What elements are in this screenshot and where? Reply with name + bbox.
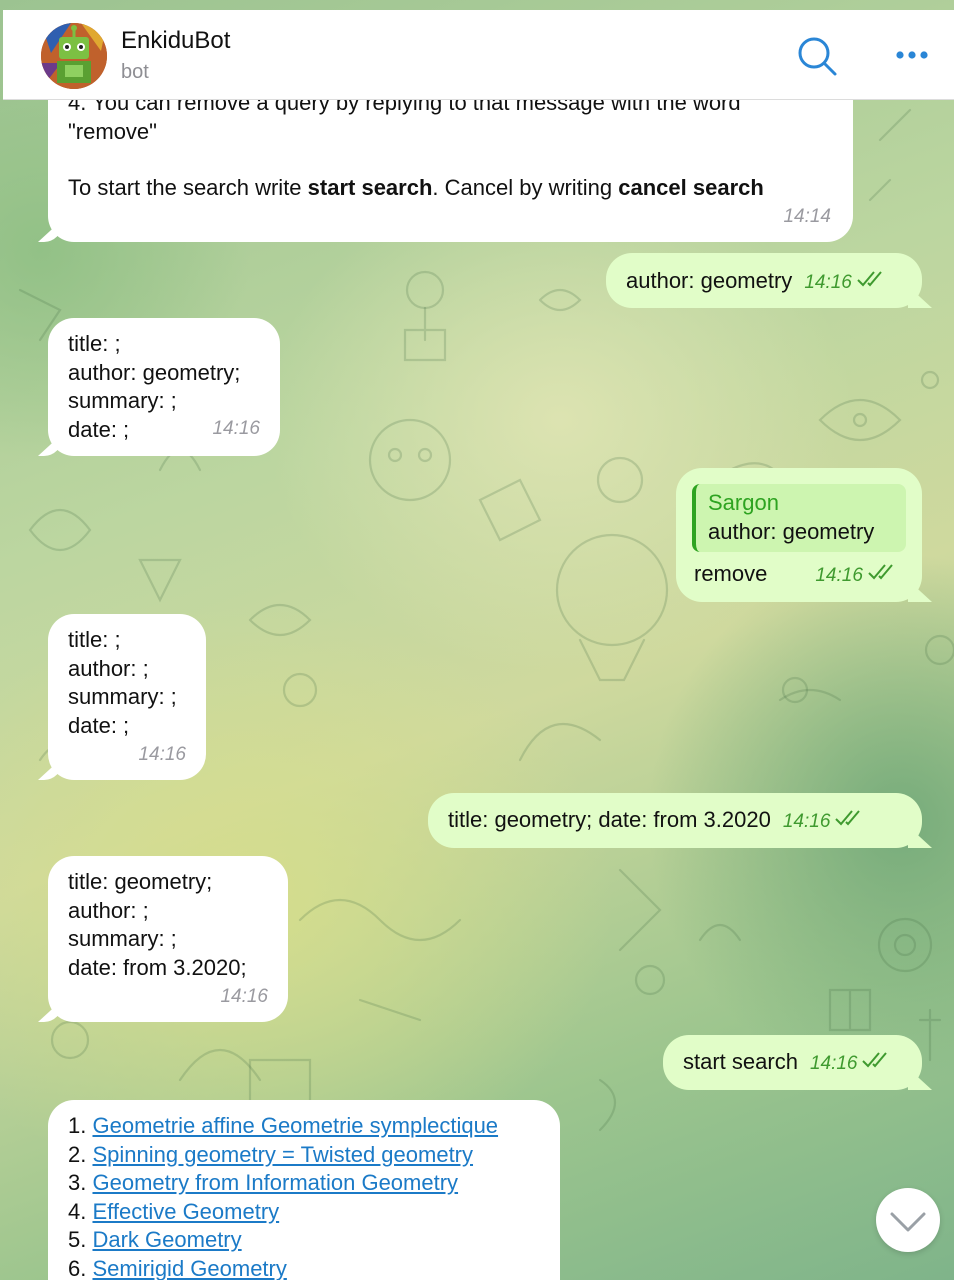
message-row: title: geometry; date: from 3.2020 14:16 bbox=[448, 806, 902, 837]
result-item: 4. Effective Geometry bbox=[68, 1198, 540, 1227]
search-button[interactable] bbox=[793, 32, 843, 82]
search-icon bbox=[798, 37, 837, 76]
result-item: 2. Spinning geometry = Twisted geometry bbox=[68, 1141, 540, 1170]
message-line: title: geometry; bbox=[68, 869, 213, 894]
result-item: 1. Geometrie affine Geometrie symplectiq… bbox=[68, 1112, 540, 1141]
double-check-icon bbox=[835, 810, 861, 826]
result-number: 2. bbox=[68, 1141, 87, 1167]
bot-avatar[interactable] bbox=[41, 23, 107, 89]
more-button[interactable] bbox=[887, 32, 937, 82]
command-start-search: start search bbox=[307, 175, 433, 201]
message-text: title: geometry; date: from 3.2020 bbox=[448, 807, 771, 832]
message-text: author: geometry bbox=[626, 268, 793, 293]
command-cancel-search: cancel search bbox=[618, 175, 764, 201]
message-time: 14:16 bbox=[220, 986, 268, 1008]
message-line: summary: ; bbox=[68, 926, 177, 952]
bot-name[interactable]: EnkiduBot bbox=[121, 27, 230, 55]
result-item: 3. Geometry from Information Geometry bbox=[68, 1169, 540, 1198]
message-text: remove bbox=[694, 561, 768, 587]
result-number: 6. bbox=[68, 1255, 87, 1280]
bot-status: bot bbox=[121, 61, 149, 83]
message-line: author: ; bbox=[68, 655, 149, 681]
result-link[interactable]: Geometry from Information Geometry bbox=[92, 1170, 458, 1195]
message-row: remove 14:16 bbox=[692, 560, 906, 591]
result-number: 3. bbox=[68, 1170, 87, 1196]
message-line: summary: ; bbox=[68, 684, 177, 710]
reply-author: Sargon bbox=[708, 490, 779, 515]
result-link[interactable]: Dark Geometry bbox=[92, 1227, 241, 1252]
double-check-icon bbox=[868, 564, 893, 580]
message-time: 14:14 bbox=[783, 206, 831, 228]
instruction-text: . Cancel by writing bbox=[432, 175, 619, 201]
result-item: 5. Dark Geometry bbox=[68, 1226, 540, 1255]
message-line: date: ; bbox=[68, 712, 130, 738]
message-line: summary: ; bbox=[68, 388, 177, 414]
message-line: title: ; bbox=[68, 331, 121, 356]
chevron-down-icon bbox=[890, 1212, 926, 1232]
double-check-icon bbox=[862, 1052, 888, 1068]
reply-quote[interactable]: Sargon author: geometry bbox=[692, 484, 906, 553]
message-row: start search 14:16 bbox=[683, 1048, 902, 1079]
result-link[interactable]: Semirigid Geometry bbox=[92, 1256, 286, 1280]
message-line: date: from 3.2020; bbox=[68, 954, 247, 980]
message-outgoing[interactable]: title: geometry; date: from 3.2020 14:16 bbox=[428, 793, 922, 848]
message-outgoing[interactable]: author: geometry 14:16 bbox=[606, 253, 922, 308]
robot-avatar-icon bbox=[41, 23, 107, 89]
result-link[interactable]: Geometrie affine Geometrie symplectique bbox=[92, 1113, 498, 1138]
double-check-icon bbox=[857, 271, 882, 287]
message-outgoing[interactable]: start search 14:16 bbox=[663, 1035, 922, 1090]
message-incoming[interactable]: title: geometry; author: ; summary: ; da… bbox=[48, 856, 288, 1022]
message-line: title: ; bbox=[68, 627, 121, 652]
result-number: 5. bbox=[68, 1227, 87, 1253]
message-row: author: geometry 14:16 bbox=[626, 267, 902, 298]
instruction-text: To start the search write bbox=[68, 175, 308, 201]
search-results-message[interactable]: 1. Geometrie affine Geometrie symplectiq… bbox=[48, 1100, 560, 1280]
message-incoming[interactable]: title: ; author: geometry; summary: ; da… bbox=[48, 318, 280, 456]
message-time: 14:16 bbox=[212, 418, 260, 440]
chat-header: EnkiduBot bot bbox=[3, 10, 954, 100]
message-time: 14:16 bbox=[782, 811, 831, 832]
result-item: 6. Semirigid Geometry bbox=[68, 1255, 540, 1280]
reply-text: author: geometry bbox=[708, 518, 875, 544]
message-time: 14:16 bbox=[815, 565, 863, 587]
message-line: "remove" bbox=[68, 118, 157, 144]
message-instruction: To start the search write start search. … bbox=[68, 174, 833, 203]
message-time: 14:16 bbox=[138, 744, 186, 766]
message-outgoing[interactable]: Sargon author: geometry remove 14:16 bbox=[676, 468, 922, 602]
result-link[interactable]: Effective Geometry bbox=[92, 1199, 279, 1224]
message-line: author: ; bbox=[68, 897, 149, 923]
more-horizontal-icon bbox=[896, 51, 928, 59]
message-line: author: geometry; bbox=[68, 359, 241, 385]
message-incoming[interactable]: title: ; author: ; summary: ; date: ; 14… bbox=[48, 614, 206, 780]
result-number: 1. bbox=[68, 1113, 87, 1138]
message-time: 14:16 bbox=[809, 1053, 858, 1074]
result-number: 4. bbox=[68, 1198, 87, 1224]
result-link[interactable]: Spinning geometry = Twisted geometry bbox=[92, 1142, 473, 1167]
scroll-down-button[interactable] bbox=[876, 1188, 940, 1252]
message-text: start search bbox=[683, 1049, 798, 1074]
message-time: 14:16 bbox=[804, 272, 852, 293]
